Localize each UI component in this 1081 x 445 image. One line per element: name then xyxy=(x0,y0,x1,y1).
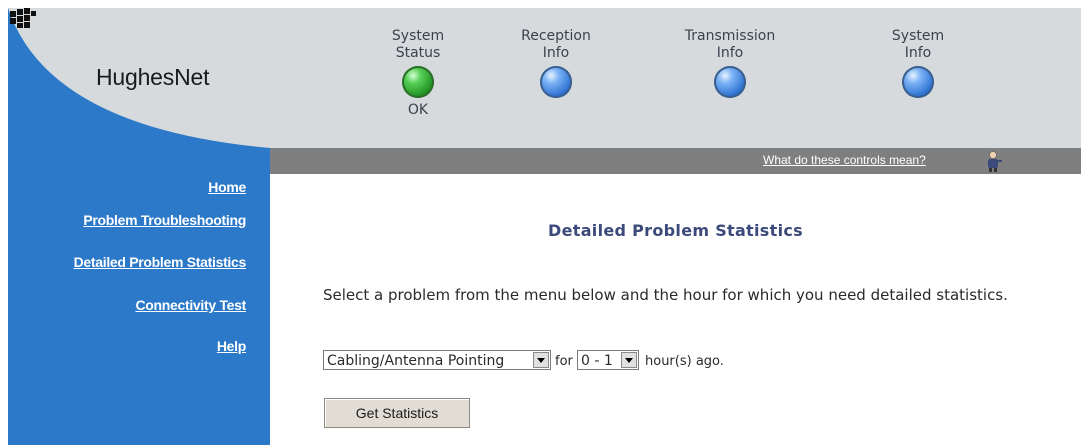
system-info-indicator[interactable]: System Info xyxy=(848,28,988,98)
get-statistics-button[interactable]: Get Statistics xyxy=(324,398,470,428)
system-info-label-line1: System xyxy=(891,28,945,44)
chevron-down-icon[interactable] xyxy=(621,352,637,368)
system-info-orb-icon[interactable] xyxy=(902,66,934,98)
status-text: OK xyxy=(407,102,429,118)
problem-select[interactable]: Cabling/Antenna Pointing xyxy=(323,350,551,370)
reception-label-line2: Info xyxy=(542,45,570,61)
toolbar: What do these controls mean? xyxy=(270,148,1081,174)
system-status-indicator[interactable]: System Status OK xyxy=(348,28,488,119)
sidebar-item-home[interactable]: Home xyxy=(208,179,246,195)
hour-select-value: 0 - 1 xyxy=(581,353,613,369)
logo-area: HughesNet xyxy=(8,8,270,148)
app-frame: HughesNet System Status OK Reception Inf… xyxy=(8,8,1081,445)
person-helper-icon[interactable] xyxy=(982,150,1004,172)
problem-select-value: Cabling/Antenna Pointing xyxy=(327,353,505,369)
page-title: Detailed Problem Statistics xyxy=(548,221,803,240)
hours-ago-label: hour(s) ago. xyxy=(645,354,724,369)
main-content: Detailed Problem Statistics Select a pro… xyxy=(270,174,1081,445)
sidebar: Home Problem Troubleshooting Detailed Pr… xyxy=(8,148,270,445)
brand-name: HughesNet xyxy=(96,64,210,90)
sidebar-item-connectivity-test[interactable]: Connectivity Test xyxy=(135,297,246,313)
reception-label-line1: Reception xyxy=(521,28,591,44)
instructions-text: Select a problem from the menu below and… xyxy=(323,286,1008,304)
hughesnet-logo-mark-icon xyxy=(10,8,36,28)
transmission-label-line2: Info xyxy=(716,45,744,61)
status-ok-orb-icon[interactable] xyxy=(402,66,434,98)
reception-info-indicator[interactable]: Reception Info xyxy=(486,28,626,98)
status-label-line1: System xyxy=(391,28,445,44)
chevron-down-icon[interactable] xyxy=(533,352,549,368)
sidebar-item-problem-troubleshooting[interactable]: Problem Troubleshooting xyxy=(83,212,246,228)
for-label: for xyxy=(555,354,573,369)
transmission-info-orb-icon[interactable] xyxy=(714,66,746,98)
hour-select[interactable]: 0 - 1 xyxy=(577,350,639,370)
transmission-label-line1: Transmission xyxy=(684,28,776,44)
sidebar-item-help[interactable]: Help xyxy=(217,338,246,354)
status-label-line2: Status xyxy=(395,45,441,61)
system-info-label-line2: Info xyxy=(904,45,932,61)
sidebar-item-detailed-problem-statistics[interactable]: Detailed Problem Statistics xyxy=(74,254,247,270)
reception-info-orb-icon[interactable] xyxy=(540,66,572,98)
controls-help-link[interactable]: What do these controls mean? xyxy=(763,153,926,167)
transmission-info-indicator[interactable]: Transmission Info xyxy=(660,28,800,98)
header: HughesNet System Status OK Reception Inf… xyxy=(8,8,1081,148)
